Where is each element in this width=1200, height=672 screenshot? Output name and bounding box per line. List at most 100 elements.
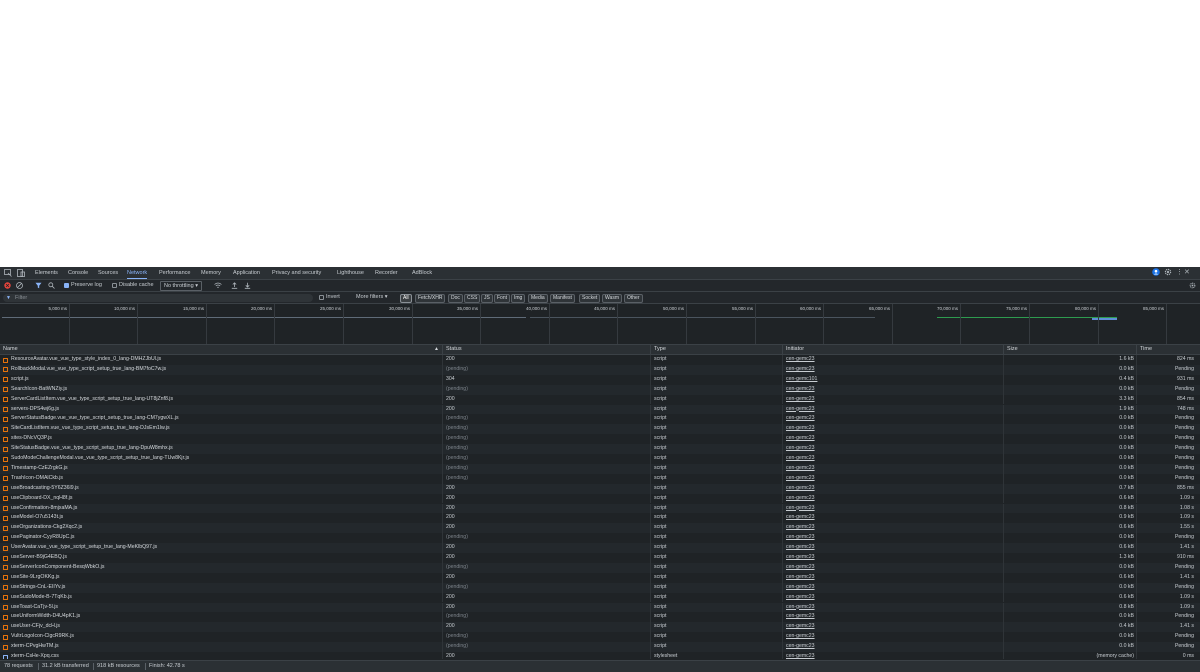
tab-elements[interactable]: Elements — [35, 267, 58, 279]
request-initiator[interactable]: cen-gemc23 — [782, 592, 1003, 603]
request-name[interactable]: useSudoMode-B-7TqKb.js — [0, 593, 442, 603]
table-row[interactable]: useClipboard-DX_nqH8f.js 200 script cen-gem… — [0, 493, 1200, 504]
chip-font[interactable]: Font — [494, 294, 511, 303]
request-name[interactable]: Timestamp-CzEZrgkG.js — [0, 464, 442, 474]
table-row[interactable]: useSite-9LrgOKKg.js 200 script cen-gemc23 0.… — [0, 572, 1200, 583]
table-row[interactable]: ServerStatusBadge.vue_vue_type_script_se… — [0, 414, 1200, 425]
table-row[interactable]: ServerCardListItem.vue_vue_type_script_s… — [0, 394, 1200, 405]
request-initiator[interactable]: cen-gemc23 — [782, 434, 1003, 445]
throttling-select[interactable]: No throttling ▾ — [160, 280, 202, 291]
table-row[interactable]: SearchIcon-BatWNZiy.js (pending) script cen… — [0, 384, 1200, 395]
request-name[interactable]: ServerStatusBadge.vue_vue_type_script_se… — [0, 414, 442, 424]
table-row[interactable]: UserAvatar.vue_vue_type_script_setup_tru… — [0, 543, 1200, 553]
table-row[interactable]: servers-DPS4wj6g.js 200 script cen-gemc23 1.… — [0, 404, 1200, 415]
invert-toggle[interactable]: Invert — [319, 292, 340, 303]
chip-all[interactable]: All — [400, 294, 412, 303]
request-name[interactable]: UserAvatar.vue_vue_type_script_setup_tru… — [0, 543, 442, 553]
request-initiator[interactable]: cen-gemc23 — [782, 463, 1003, 474]
preserve-log-checkbox[interactable] — [64, 283, 69, 288]
column-header-name[interactable]: Name ▲ — [0, 345, 442, 354]
gear-icon[interactable] — [1164, 268, 1172, 278]
request-initiator[interactable]: cen-gemc23 — [782, 444, 1003, 454]
request-name[interactable]: SearchIcon-BatWNZiy.js — [0, 385, 442, 395]
request-name[interactable]: useBroadcasting-5Y6Z36l9.js — [0, 484, 442, 494]
table-row[interactable]: useUniformWidth-D4U4pK1.js (pending) scrip… — [0, 612, 1200, 623]
table-row[interactable]: useServerIconComponent-BesqWbkO.js (pendi… — [0, 562, 1200, 573]
tab-sources[interactable]: Sources — [98, 267, 118, 279]
request-name[interactable]: usePaginator-CyyR8UpC.js — [0, 533, 442, 543]
tab-memory[interactable]: Memory — [201, 267, 221, 279]
request-name[interactable]: TrashIcon-OMAlCkb.js — [0, 474, 442, 484]
chip-manifest[interactable]: Manifest — [550, 294, 575, 303]
device-toolbar-icon[interactable] — [16, 268, 25, 277]
chip-doc[interactable]: Doc — [448, 294, 463, 303]
preserve-log-toggle[interactable]: Preserve log — [64, 280, 102, 291]
column-header-size[interactable]: Size — [1003, 345, 1136, 354]
request-initiator[interactable]: cen-gemc23 — [782, 493, 1003, 504]
chip-js[interactable]: JS — [481, 294, 493, 303]
column-header-status[interactable]: Status — [442, 345, 650, 354]
tab-recorder[interactable]: Recorder — [375, 267, 398, 279]
table-row[interactable]: TrashIcon-OMAlCkb.js (pending) script cen-g… — [0, 473, 1200, 484]
table-row[interactable]: useUser-CFjv_dcH.js 200 script cen-gemc23 0.… — [0, 622, 1200, 633]
table-row[interactable]: xterm-CsHe-Xpq.css 200 stylesheet cen-gemc2… — [0, 652, 1200, 659]
request-initiator[interactable]: cen-gemc23 — [782, 642, 1003, 652]
request-name[interactable]: xterm-CPvgHwTM.js — [0, 642, 442, 652]
request-initiator[interactable]: cen-gemc23 — [782, 582, 1003, 593]
tab-application[interactable]: Application — [233, 267, 260, 279]
request-initiator[interactable]: cen-gemc23 — [782, 414, 1003, 425]
tab-console[interactable]: Console — [68, 267, 88, 279]
table-row[interactable]: script.js 304 script cen-gemc101 0.4 kB 931 m… — [0, 374, 1200, 385]
request-name[interactable]: useServer-B9jG4EBQ.js — [0, 553, 442, 563]
close-icon[interactable]: ✕ — [1184, 269, 1190, 277]
tab-adblock[interactable]: AdBlock — [412, 267, 432, 279]
table-row[interactable]: usePaginator-CyyR8UpC.js (pending) script c… — [0, 533, 1200, 544]
table-row[interactable]: SiteCardListItem.vue_vue_type_script_set… — [0, 424, 1200, 435]
request-name[interactable]: useModel-O7u5143t.js — [0, 513, 442, 523]
request-name[interactable]: script.js — [0, 375, 442, 385]
search-icon[interactable] — [48, 280, 55, 291]
request-initiator[interactable]: cen-gemc23 — [782, 503, 1003, 514]
filter-icon[interactable] — [35, 280, 42, 291]
column-header-initiator[interactable]: Initiator — [782, 345, 1003, 354]
request-name[interactable]: useServerIconComponent-BesqWbkO.js — [0, 563, 442, 573]
request-initiator[interactable]: cen-gemc23 — [782, 523, 1003, 534]
request-initiator[interactable]: cen-gemc23 — [782, 612, 1003, 623]
request-initiator[interactable]: cen-gemc23 — [782, 513, 1003, 524]
table-row[interactable]: xterm-CPvgHwTM.js (pending) script cen-gemc… — [0, 642, 1200, 652]
request-initiator[interactable]: cen-gemc23 — [782, 632, 1003, 643]
more-filters-dropdown[interactable]: More filters ▾ — [356, 292, 388, 303]
table-row[interactable]: useSudoMode-B-7TqKb.js 200 script cen-gemc2… — [0, 592, 1200, 603]
disable-cache-toggle[interactable]: Disable cache — [112, 280, 154, 291]
request-initiator[interactable]: cen-gemc23 — [782, 483, 1003, 494]
column-header-type[interactable]: Type — [650, 345, 782, 354]
table-row[interactable]: SudoModeChallengeModal.vue_vue_type_scri… — [0, 454, 1200, 464]
request-initiator[interactable]: cen-gemc23 — [782, 562, 1003, 573]
tab-performance[interactable]: Performance — [159, 267, 191, 279]
request-name[interactable]: ResourceAvatar.vue_vue_type_style_index_… — [0, 355, 442, 365]
tab-privacy-security[interactable]: Privacy and security — [272, 267, 321, 279]
request-initiator[interactable]: cen-gemc23 — [782, 473, 1003, 484]
request-name[interactable]: VultrLogoIcon-ClgcR9RK.js — [0, 632, 442, 642]
table-row[interactable]: useServer-B9jG4EBQ.js 200 script cen-gemc23… — [0, 553, 1200, 563]
chip-fetch-xhr[interactable]: Fetch/XHR — [415, 294, 446, 303]
request-initiator[interactable]: cen-gemc23 — [782, 384, 1003, 395]
network-conditions-icon[interactable] — [214, 280, 222, 291]
chip-css[interactable]: CSS — [464, 294, 481, 303]
export-har-icon[interactable] — [244, 280, 251, 291]
request-name[interactable]: useUniformWidth-D4U4pK1.js — [0, 612, 442, 622]
request-name[interactable]: servers-DPS4wj6g.js — [0, 405, 442, 415]
request-initiator[interactable]: cen-gemc23 — [782, 355, 1003, 365]
profile-icon[interactable] — [1152, 268, 1160, 278]
request-initiator[interactable]: cen-gemc23 — [782, 364, 1003, 375]
chip-wasm[interactable]: Wasm — [602, 294, 622, 303]
invert-checkbox[interactable] — [319, 295, 324, 300]
tab-network[interactable]: Network — [127, 267, 148, 279]
table-row[interactable]: SiteStatusBadge.vue_vue_type_script_setu… — [0, 444, 1200, 454]
request-name[interactable]: useToast-CaTjv-5l.js — [0, 603, 442, 613]
record-icon[interactable] — [4, 280, 11, 291]
import-har-icon[interactable] — [231, 280, 238, 291]
request-initiator[interactable]: cen-gemc23 — [782, 553, 1003, 563]
request-initiator[interactable]: cen-gemc23 — [782, 622, 1003, 633]
table-row[interactable]: ResourceAvatar.vue_vue_type_style_index_… — [0, 355, 1200, 365]
